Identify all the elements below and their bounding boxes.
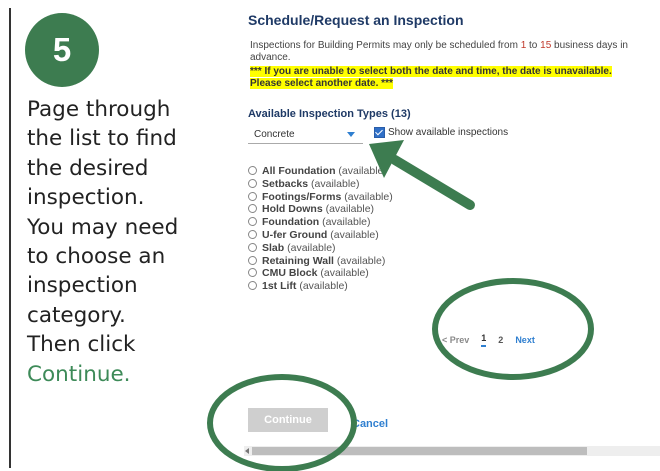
- annotation-overlay: [207, 140, 594, 471]
- continue-highlight-circle: [207, 374, 357, 471]
- pointer-arrow-shaft: [390, 155, 475, 210]
- pagination-highlight-circle: [432, 278, 594, 380]
